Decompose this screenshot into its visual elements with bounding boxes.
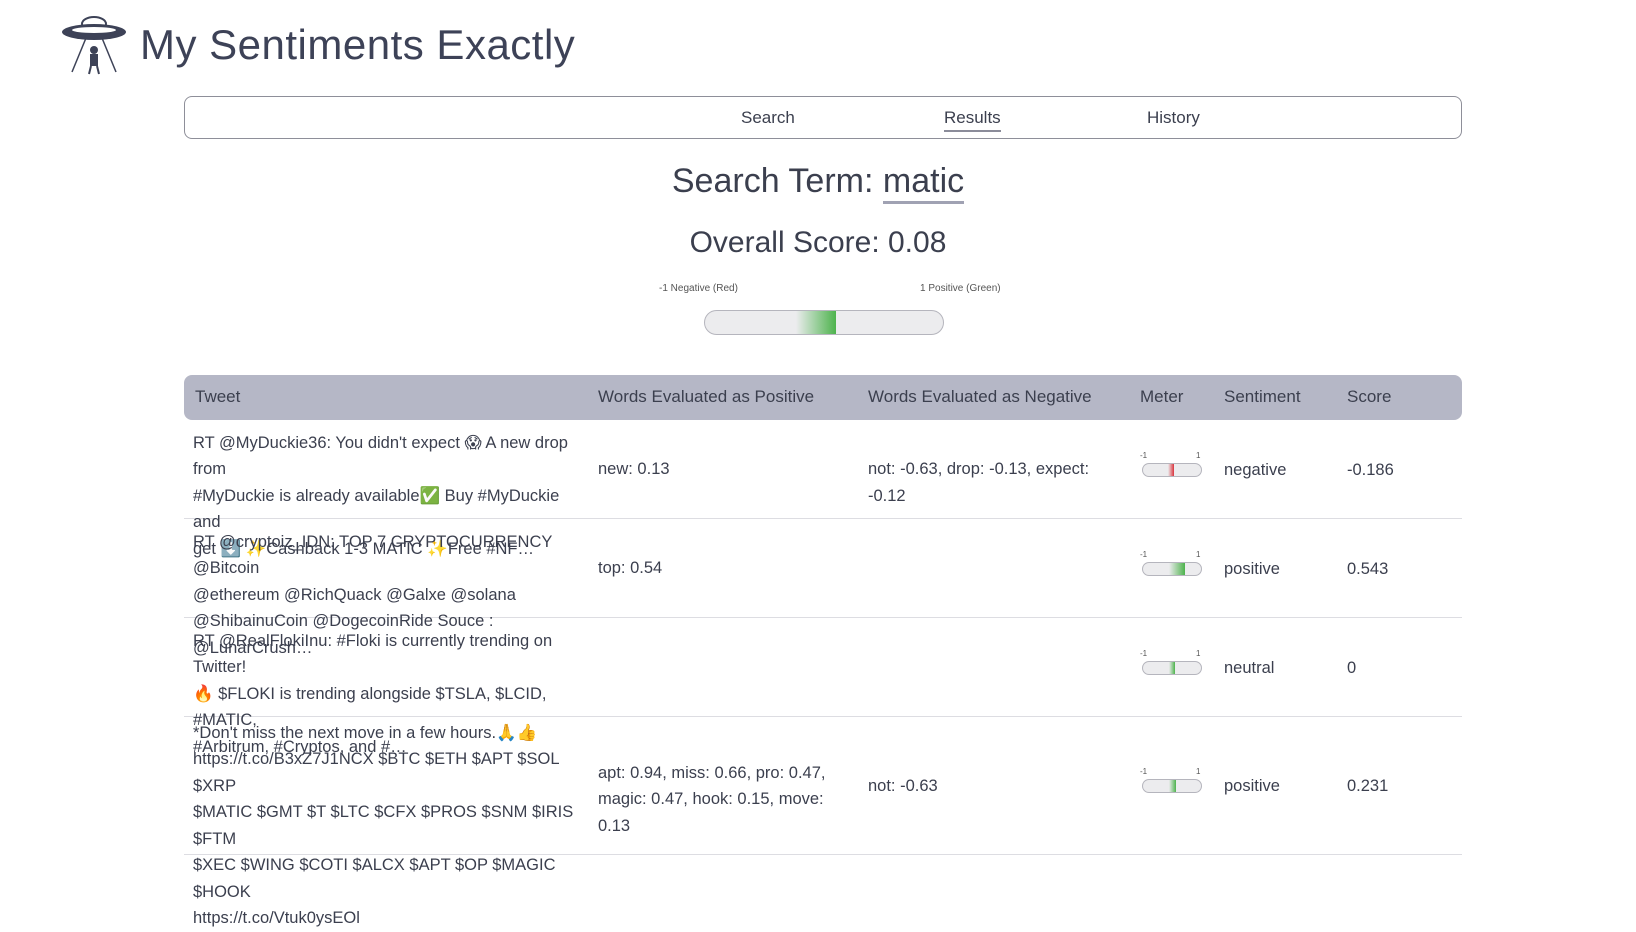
meter-track (1142, 561, 1202, 576)
tweet-text-line: $XEC $WING $COTI $ALCX $APT $OP $MAGIC $… (193, 856, 556, 901)
tweet-text-line: https://t.co/Vtuk0ysEOl (193, 909, 360, 928)
table-row: RT @cryptoiz_IDN: TOP 7 CRYPTOCURRENCY @… (184, 519, 1462, 657)
overall-meter-fill (795, 311, 836, 334)
sentiment-label: neutral (1224, 658, 1275, 677)
positive-words-line: magic: 0.47, hook: 0.15, move: 0.13 (598, 790, 824, 835)
meter-max-label: 1 (1196, 450, 1201, 460)
tweet-text-line: https://t.co/B3xZ7J1NCX $BTC $ETH $APT $… (193, 750, 559, 795)
tweet-text-line: RT @MyDuckie36: You didn't expect 😱 A ne… (193, 433, 568, 479)
meter-track (1142, 660, 1202, 675)
table-row: RT @RealFlokiInu: #Floki is currently tr… (184, 618, 1462, 756)
positive-words: new: 0.13 (598, 456, 858, 483)
meter-fill (1169, 562, 1186, 575)
score-value: -0.186 (1347, 460, 1394, 479)
meter-track (1142, 462, 1202, 477)
main-nav: Search Results History (184, 96, 1462, 139)
tweet-text: *Don't miss the next move in a few hours… (193, 720, 583, 932)
header-negative-words: Words Evaluated as Negative (868, 387, 1092, 406)
app-title: My Sentiments Exactly (140, 21, 576, 68)
header-tweet: Tweet (195, 387, 241, 406)
tweet-text-line: $MATIC $GMT $T $LTC $CFX $PROS $SNM $IRI… (193, 803, 574, 848)
sentiment-label: negative (1224, 460, 1287, 479)
score-value: 0.231 (1347, 777, 1389, 795)
search-term-prefix: Search Term: (671, 162, 874, 200)
nav-history-tab[interactable]: History (1147, 108, 1200, 128)
table-header: Tweet Words Evaluated as Positive Words … (184, 375, 1462, 420)
positive-words-line: top: 0.54 (598, 559, 663, 578)
negative-words: not: -0.63, drop: -0.13, expect: -0.12 (868, 456, 1128, 509)
negative-words: not: -0.63 (868, 773, 1128, 800)
header-positive-words: Words Evaluated as Positive (598, 387, 815, 406)
tweet-text-line: @ethereum @RichQuack @Galxe @solana (193, 585, 516, 604)
header-meter: Meter (1140, 387, 1184, 406)
meter-max-label: 1 (1196, 648, 1201, 658)
tweet-text-line: RT @cryptoiz_IDN: TOP 7 CRYPTOCURRENCY @… (193, 532, 553, 578)
meter-fill (1168, 463, 1174, 476)
scale-positive-label: 1 Positive (Green) (920, 283, 1001, 294)
meter-min-label: -1 (1140, 549, 1148, 559)
tweet-text-line: *Don't miss the next move in a few hours… (193, 723, 538, 742)
meter-fill (1169, 780, 1176, 792)
score-value: 0 (1347, 658, 1357, 677)
meter-max-label: 1 (1196, 549, 1201, 559)
negative-words-line: not: -0.63 (868, 776, 938, 795)
scale-negative-label: -1 Negative (Red) (659, 283, 738, 294)
tweet-text-line: RT @RealFlokiInu: #Floki is currently tr… (193, 631, 553, 677)
overall-sentiment-meter (704, 310, 944, 335)
negative-words-line: not: -0.63, drop: -0.13, expect: -0.12 (868, 460, 1090, 505)
positive-words-line: new: 0.13 (598, 460, 670, 479)
positive-words: apt: 0.94, miss: 0.66, pro: 0.47, magic: … (598, 760, 858, 840)
positive-words-line: apt: 0.94, miss: 0.66, pro: 0.47, (598, 763, 826, 782)
search-term-heading: Search Term: matic (0, 162, 1636, 204)
meter-fill (1169, 661, 1175, 674)
nav-search-tab[interactable]: Search (741, 108, 795, 128)
meter-max-label: 1 (1196, 767, 1201, 776)
meter-track (1142, 779, 1202, 793)
table-body: RT @MyDuckie36: You didn't expect 😱 A ne… (184, 420, 1462, 927)
ufo-logo-icon (62, 16, 126, 75)
meter-min-label: -1 (1140, 767, 1148, 776)
table-row: *Don't miss the next move in a few hours… (184, 717, 1462, 927)
meter-min-label: -1 (1140, 450, 1148, 460)
meter-min-label: -1 (1140, 648, 1148, 658)
overall-score: Overall Score: 0.08 (689, 226, 947, 259)
header-sentiment: Sentiment (1224, 387, 1301, 406)
sentiment-label: positive (1224, 777, 1280, 795)
nav-results-tab[interactable]: Results (944, 108, 1001, 132)
sentiment-label: positive (1224, 559, 1280, 578)
header-score: Score (1347, 387, 1392, 406)
search-term-value: matic (882, 162, 965, 204)
score-value: 0.543 (1347, 559, 1389, 578)
positive-words: top: 0.54 (598, 555, 858, 582)
results-table: Tweet Words Evaluated as Positive Words … (184, 375, 1462, 927)
brand: My Sentiments Exactly (60, 14, 575, 76)
table-row: RT @MyDuckie36: You didn't expect 😱 A ne… (184, 420, 1462, 558)
